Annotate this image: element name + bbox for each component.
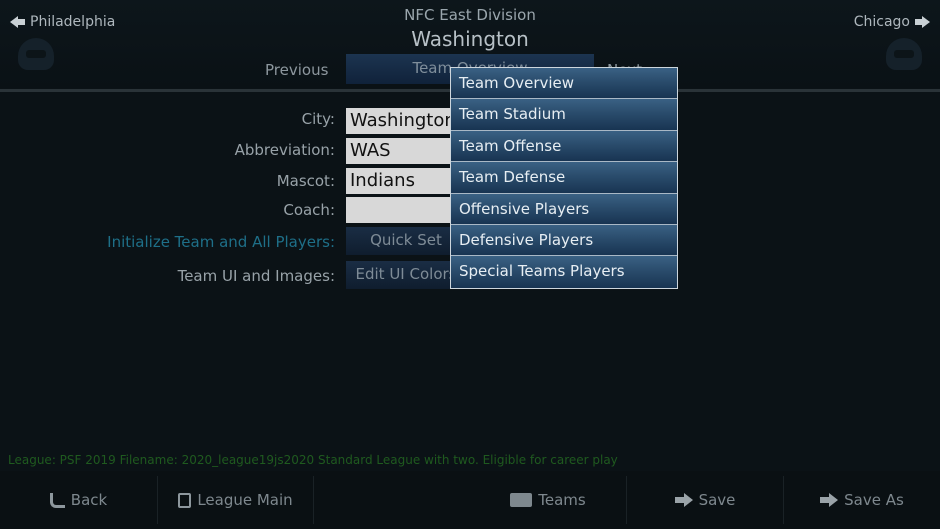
tab-previous[interactable]: Previous [265, 61, 328, 79]
save-label: Save [698, 491, 736, 509]
teams-button[interactable]: Teams [470, 471, 626, 529]
footer-separator [313, 476, 314, 524]
arrow-right-icon [820, 493, 839, 507]
back-button[interactable]: Back [0, 471, 157, 529]
coach-label: Coach: [283, 201, 335, 219]
initialize-team-link[interactable]: Initialize Team and All Players: [107, 233, 335, 251]
menu-item-special-teams-players[interactable]: Special Teams Players [451, 256, 677, 288]
save-as-button[interactable]: Save As [784, 471, 940, 529]
back-arrow-icon [49, 492, 65, 508]
edit-ui-colors-button[interactable]: Edit UI Colors [346, 261, 466, 289]
mascot-label: Mascot: [276, 172, 335, 190]
section-dropdown-menu: Team Overview Team Stadium Team Offense … [450, 67, 678, 289]
mascot-field[interactable]: Indians [346, 168, 466, 194]
abbreviation-field[interactable]: WAS [346, 138, 466, 164]
abbreviation-label: Abbreviation: [234, 141, 335, 159]
menu-item-team-offense[interactable]: Team Offense [451, 130, 677, 163]
city-field[interactable]: Washington [346, 108, 466, 134]
menu-item-team-stadium[interactable]: Team Stadium [451, 99, 677, 131]
teams-label: Teams [538, 491, 586, 509]
save-button[interactable]: Save [627, 471, 783, 529]
team-title: Washington [411, 27, 529, 51]
menu-item-defensive-players[interactable]: Defensive Players [451, 224, 677, 257]
quick-set-button[interactable]: Quick Set [346, 227, 466, 255]
clipboard-icon [178, 492, 192, 508]
league-main-button[interactable]: League Main [158, 471, 313, 529]
division-title: NFC East Division [404, 6, 536, 24]
menu-item-team-defense[interactable]: Team Defense [451, 162, 677, 194]
save-as-label: Save As [844, 491, 904, 509]
back-label: Back [70, 491, 108, 509]
arrow-right-icon [674, 493, 693, 507]
menu-item-offensive-players[interactable]: Offensive Players [451, 193, 677, 225]
city-label: City: [301, 110, 335, 128]
team-ui-label: Team UI and Images: [177, 267, 335, 285]
coach-field[interactable] [346, 197, 466, 223]
menu-item-team-overview[interactable]: Team Overview [451, 68, 677, 100]
league-status-line: League: PSF 2019 Filename: 2020_league19… [8, 453, 618, 467]
league-main-label: League Main [197, 491, 293, 509]
bus-icon [510, 493, 533, 507]
